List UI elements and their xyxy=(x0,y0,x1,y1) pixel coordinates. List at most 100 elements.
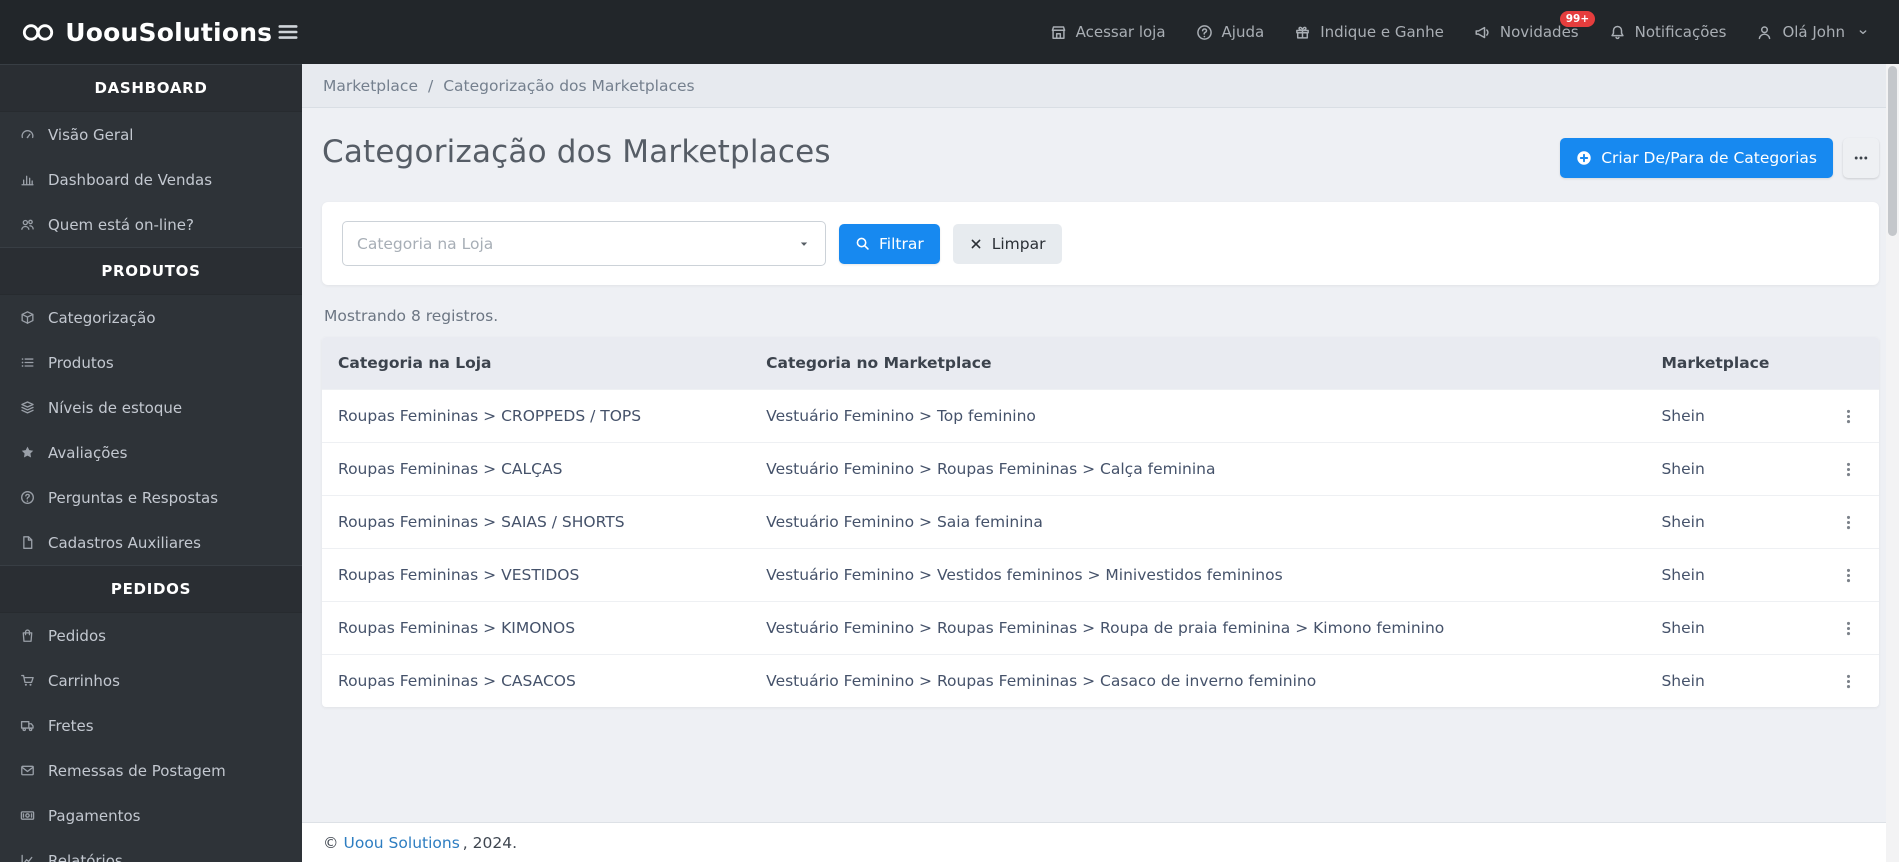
sidebar-item-label: Perguntas e Respostas xyxy=(48,488,219,507)
cell-marketplace-category: Vestuário Feminino > Top feminino xyxy=(750,389,1646,443)
topbar-item-ajuda[interactable]: Ajuda xyxy=(1196,23,1264,41)
cell-store-category: Roupas Femininas > CROPPEDS / TOPS xyxy=(322,389,751,443)
search-icon xyxy=(855,236,870,251)
sidebar-item-label: Avaliações xyxy=(48,443,128,462)
bar-chart-icon xyxy=(18,172,37,187)
layout: DASHBOARD Visão Geral Dashboard de Venda… xyxy=(0,64,1899,862)
footer-brand-link[interactable]: Uoou Solutions xyxy=(344,834,460,852)
sidebar-item-pedidos[interactable]: Pedidos xyxy=(0,613,302,658)
table-row: Roupas Femininas > KIMONOS Vestuário Fem… xyxy=(322,601,1879,655)
cell-store-category: Roupas Femininas > KIMONOS xyxy=(322,601,751,655)
users-icon xyxy=(18,217,37,232)
create-category-mapping-label: Criar De/Para de Categorias xyxy=(1601,149,1817,167)
bell-icon xyxy=(1609,24,1626,41)
sidebar-item-carrinhos[interactable]: Carrinhos xyxy=(0,658,302,703)
categories-table: Categoria na Loja Categoria no Marketpla… xyxy=(322,337,1879,707)
store-icon xyxy=(1050,24,1067,41)
topbar: UoouSolutions Acessar loja Ajuda Indique… xyxy=(0,0,1899,64)
hamburger-icon xyxy=(276,20,300,44)
row-actions-button[interactable] xyxy=(1840,567,1857,584)
breadcrumb-separator: / xyxy=(427,76,434,95)
column-header-marketplace: Marketplace xyxy=(1645,337,1817,390)
column-header-categoria-no-marketplace: Categoria no Marketplace xyxy=(750,337,1646,390)
sidebar-item-avaliacoes[interactable]: Avaliações xyxy=(0,430,302,475)
caret-down-icon xyxy=(797,237,811,251)
cell-marketplace-category: Vestuário Feminino > Roupas Femininas > … xyxy=(750,442,1646,496)
row-actions-button[interactable] xyxy=(1840,408,1857,425)
sidebar-item-niveis-de-estoque[interactable]: Níveis de estoque xyxy=(0,385,302,430)
topbar-item-label: Notificações xyxy=(1634,23,1727,41)
breadcrumb-current: Categorização dos Marketplaces xyxy=(443,76,695,95)
footer: © Uoou Solutions, 2024. xyxy=(302,822,1899,862)
sidebar-item-dashboard-de-vendas[interactable]: Dashboard de Vendas xyxy=(0,157,302,202)
cell-marketplace: Shein xyxy=(1645,601,1817,655)
table-header-row: Categoria na Loja Categoria no Marketpla… xyxy=(322,337,1879,390)
gift-icon xyxy=(1294,24,1311,41)
help-icon xyxy=(1196,24,1213,41)
line-chart-icon xyxy=(18,853,37,862)
sidebar-item-relatorios[interactable]: Relatórios xyxy=(0,838,302,862)
topbar-item-acessar-loja[interactable]: Acessar loja xyxy=(1050,23,1166,41)
row-actions-button[interactable] xyxy=(1840,461,1857,478)
limpar-label: Limpar xyxy=(991,234,1046,253)
cell-store-category: Roupas Femininas > CASACOS xyxy=(322,654,751,707)
topbar-item-user-menu[interactable]: Olá John xyxy=(1756,23,1869,41)
create-category-mapping-button[interactable]: Criar De/Para de Categorias xyxy=(1560,138,1833,178)
row-actions-button[interactable] xyxy=(1840,620,1857,637)
breadcrumb: Marketplace / Categorização dos Marketpl… xyxy=(302,64,1899,108)
scrollbar-thumb[interactable] xyxy=(1888,66,1897,236)
topbar-item-notificacoes[interactable]: Notificações xyxy=(1609,23,1727,41)
more-options-button[interactable] xyxy=(1843,138,1879,178)
select-value: Categoria na Loja xyxy=(357,234,494,253)
scrollbar[interactable] xyxy=(1886,64,1899,862)
sidebar-item-remessas-de-postagem[interactable]: Remessas de Postagem xyxy=(0,748,302,793)
breadcrumb-marketplace-link[interactable]: Marketplace xyxy=(323,77,418,95)
table-row: Roupas Femininas > CASACOS Vestuário Fem… xyxy=(322,654,1879,707)
topbar-item-label: Acessar loja xyxy=(1075,23,1166,41)
cell-marketplace: Shein xyxy=(1645,548,1817,602)
topbar-item-novidades[interactable]: Novidades 99+ xyxy=(1474,11,1595,41)
sidebar-item-quem-esta-on-line[interactable]: Quem está on-line? xyxy=(0,202,302,247)
sidebar-item-perguntas-e-respostas[interactable]: Perguntas e Respostas xyxy=(0,475,302,520)
filtrar-label: Filtrar xyxy=(879,234,924,253)
filtrar-button[interactable]: Filtrar xyxy=(839,223,940,264)
row-actions-button[interactable] xyxy=(1840,673,1857,690)
filter-card: Categoria na Loja Filtrar Limpar xyxy=(322,202,1879,285)
row-actions-button[interactable] xyxy=(1840,514,1857,531)
brand-logo-icon xyxy=(22,22,54,43)
sidebar-item-visao-geral[interactable]: Visão Geral xyxy=(0,112,302,157)
menu-toggle-button[interactable] xyxy=(268,14,308,50)
kebab-icon xyxy=(1840,567,1857,584)
cell-marketplace-category: Vestuário Feminino > Roupas Femininas > … xyxy=(750,601,1646,655)
truck-icon xyxy=(18,718,37,733)
kebab-icon xyxy=(1840,461,1857,478)
topbar-item-label: Indique e Ganhe xyxy=(1320,23,1444,41)
novidades-badge: 99+ xyxy=(1560,11,1595,27)
categoria-na-loja-select[interactable]: Categoria na Loja xyxy=(342,221,826,266)
megaphone-icon xyxy=(1474,24,1491,41)
user-icon xyxy=(1756,24,1773,41)
table-row: Roupas Femininas > CALÇAS Vestuário Femi… xyxy=(322,442,1879,496)
star-icon xyxy=(18,445,37,460)
brand-logo[interactable]: UoouSolutions xyxy=(0,18,272,47)
topbar-item-indique-e-ganhe[interactable]: Indique e Ganhe xyxy=(1294,23,1444,41)
sidebar-item-label: Relatórios xyxy=(48,851,123,862)
results-summary: Mostrando 8 registros. xyxy=(324,307,499,325)
sidebar-item-fretes[interactable]: Fretes xyxy=(0,703,302,748)
column-header-categoria-na-loja: Categoria na Loja xyxy=(322,337,751,390)
footer-copyright: © xyxy=(323,833,339,852)
categories-table-card: Categoria na Loja Categoria no Marketpla… xyxy=(322,337,1879,707)
sidebar: DASHBOARD Visão Geral Dashboard de Venda… xyxy=(0,64,302,862)
sidebar-item-categorizacao[interactable]: Categorização xyxy=(0,295,302,340)
cell-marketplace: Shein xyxy=(1645,495,1817,549)
limpar-button[interactable]: Limpar xyxy=(952,223,1062,264)
x-icon xyxy=(969,237,983,251)
sidebar-item-label: Pagamentos xyxy=(48,806,141,825)
sidebar-item-produtos[interactable]: Produtos xyxy=(0,340,302,385)
sidebar-item-pagamentos[interactable]: Pagamentos xyxy=(0,793,302,838)
question-circle-icon xyxy=(18,490,37,505)
sidebar-item-cadastros-auxiliares[interactable]: Cadastros Auxiliares xyxy=(0,520,302,565)
sidebar-item-label: Fretes xyxy=(48,716,94,735)
main-area: Marketplace / Categorização dos Marketpl… xyxy=(302,64,1899,862)
sidebar-item-label: Dashboard de Vendas xyxy=(48,170,213,189)
